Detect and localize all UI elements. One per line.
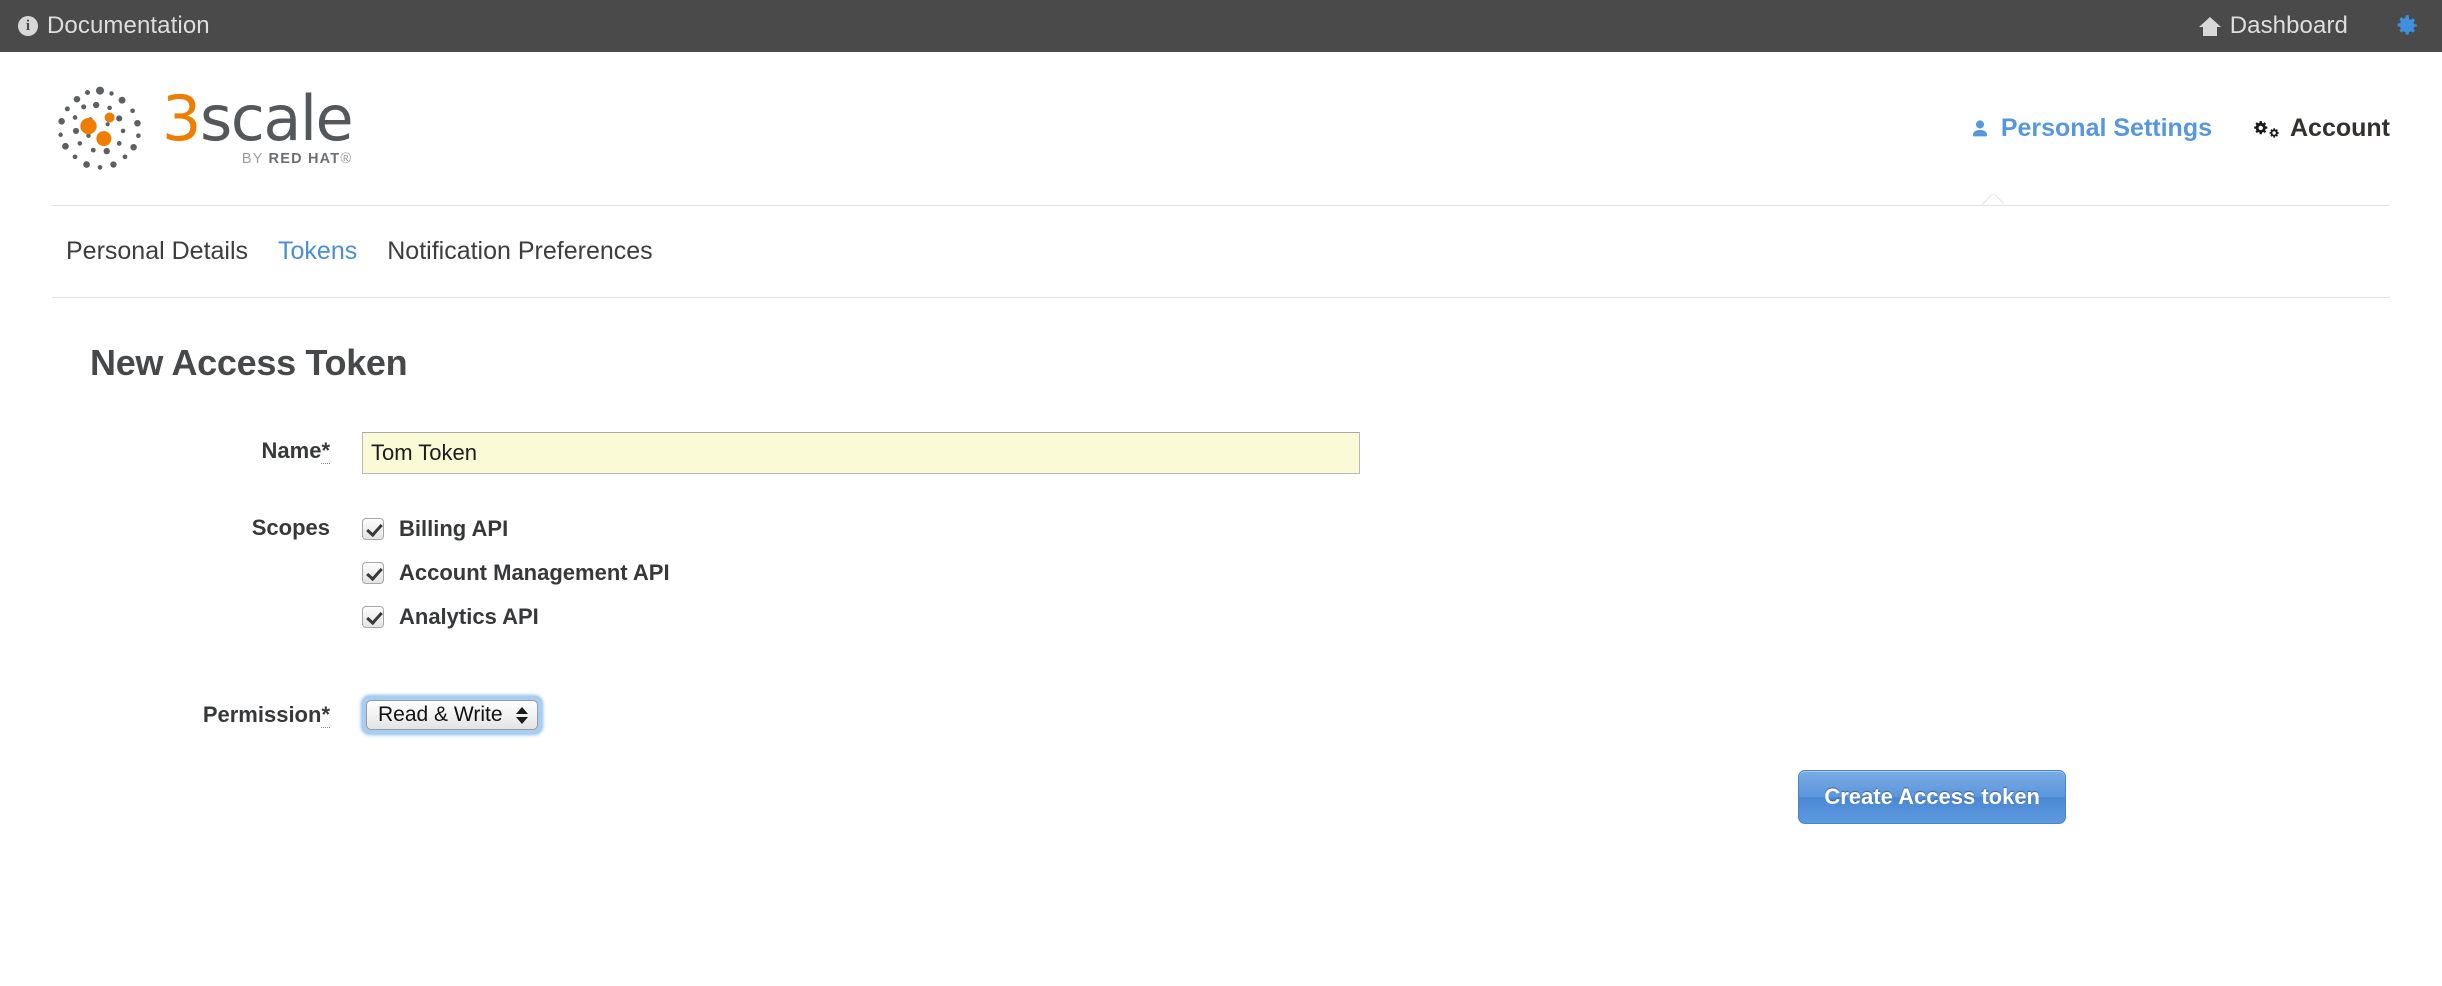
settings-button[interactable] xyxy=(2394,13,2420,39)
scope-checkbox-analytics-api[interactable]: Analytics API xyxy=(362,604,2352,630)
user-icon xyxy=(1972,119,1987,136)
home-icon xyxy=(2198,16,2221,36)
brand-tagline-prefix: BY xyxy=(241,151,269,168)
create-access-token-button[interactable]: Create Access token xyxy=(1798,770,2066,824)
brand-tagline-brand: RED HAT xyxy=(268,151,341,168)
scope-label-analytics-api: Analytics API xyxy=(399,604,539,629)
permission-required-mark: * xyxy=(321,702,330,728)
top-bar: i Documentation Dashboard xyxy=(0,0,2442,52)
documentation-label: Documentation xyxy=(47,12,210,39)
page-title: New Access Token xyxy=(90,342,408,383)
permission-select-focus-ring: Read & Write xyxy=(362,696,542,734)
scope-checkbox-account-management-api[interactable]: Account Management API xyxy=(362,560,2352,586)
name-required-mark: * xyxy=(321,438,330,464)
name-label-text: Name xyxy=(261,438,322,463)
name-field-wrap xyxy=(362,432,2352,474)
scope-label-account-management-api: Account Management API xyxy=(399,560,670,585)
checkbox-checked-icon xyxy=(362,606,384,628)
nav-item-account[interactable]: Account xyxy=(2254,114,2390,143)
nav-item-personal-settings-label: Personal Settings xyxy=(2000,114,2212,142)
brand-tagline: BY RED HAT® xyxy=(242,152,352,167)
tab-bar: Personal Details Tokens Notification Pre… xyxy=(52,206,2390,298)
info-circle-icon: i xyxy=(18,16,38,36)
3scale-dots-icon xyxy=(58,86,141,170)
context-divider xyxy=(52,205,2390,206)
site-header: 3scale BY RED HAT® Personal Settings Acc… xyxy=(38,52,2404,205)
brand-tagline-suffix: ® xyxy=(340,151,353,168)
permission-select-value: Read & Write xyxy=(378,703,503,726)
permission-label-text: Permission xyxy=(202,702,322,727)
dashboard-link[interactable]: Dashboard xyxy=(2198,12,2348,40)
field-row-permission: Permission* Read & Write xyxy=(90,696,2352,734)
permission-select[interactable]: Read & Write xyxy=(366,700,538,730)
scope-label-billing-api: Billing API xyxy=(399,516,509,541)
name-input[interactable] xyxy=(362,432,1360,474)
checkbox-checked-icon xyxy=(362,562,384,584)
chevron-down-icon xyxy=(515,716,528,724)
brand-name-number: 3 xyxy=(162,82,201,156)
name-label: Name* xyxy=(90,432,362,464)
brand-name-rest: scale xyxy=(199,82,354,156)
select-stepper-icon xyxy=(515,706,528,724)
main-content: New Access Token Name* Scopes Billing AP… xyxy=(38,298,2404,824)
form-actions: Create Access token xyxy=(90,770,2352,824)
account-nav: Personal Settings Account xyxy=(1969,114,2390,143)
cogs-icon xyxy=(2254,120,2279,138)
active-section-caret-icon xyxy=(1982,194,2004,205)
documentation-link[interactable]: i Documentation xyxy=(18,12,210,40)
brand-wordmark: 3scale BY RED HAT® xyxy=(162,88,354,167)
scopes-checkbox-group: Billing API Account Management API Analy… xyxy=(362,509,2352,648)
brand-logo[interactable]: 3scale BY RED HAT® xyxy=(52,81,354,177)
permission-field-wrap: Read & Write xyxy=(362,696,2352,734)
tab-personal-details[interactable]: Personal Details xyxy=(66,237,248,266)
permission-label: Permission* xyxy=(90,696,362,728)
nav-item-account-label: Account xyxy=(2290,114,2390,142)
top-bar-right: Dashboard xyxy=(2198,12,2420,40)
chevron-up-icon xyxy=(515,706,528,714)
top-bar-left: i Documentation xyxy=(18,12,210,40)
scope-checkbox-billing-api[interactable]: Billing API xyxy=(362,516,2352,542)
brand-name: 3scale xyxy=(162,88,354,150)
new-access-token-form: Name* Scopes Billing API Account Managem… xyxy=(90,432,2352,824)
tab-notification-preferences[interactable]: Notification Preferences xyxy=(387,237,652,266)
field-row-scopes: Scopes Billing API Account Management AP… xyxy=(90,509,2352,648)
tab-tokens[interactable]: Tokens xyxy=(278,237,357,266)
gear-icon xyxy=(2397,15,2417,35)
scopes-label: Scopes xyxy=(251,515,330,540)
nav-item-personal-settings[interactable]: Personal Settings xyxy=(1969,114,2212,143)
checkbox-checked-icon xyxy=(362,518,384,540)
field-row-name: Name* xyxy=(90,432,2352,474)
page-container: 3scale BY RED HAT® Personal Settings Acc… xyxy=(0,52,2442,824)
dashboard-label: Dashboard xyxy=(2229,12,2348,39)
